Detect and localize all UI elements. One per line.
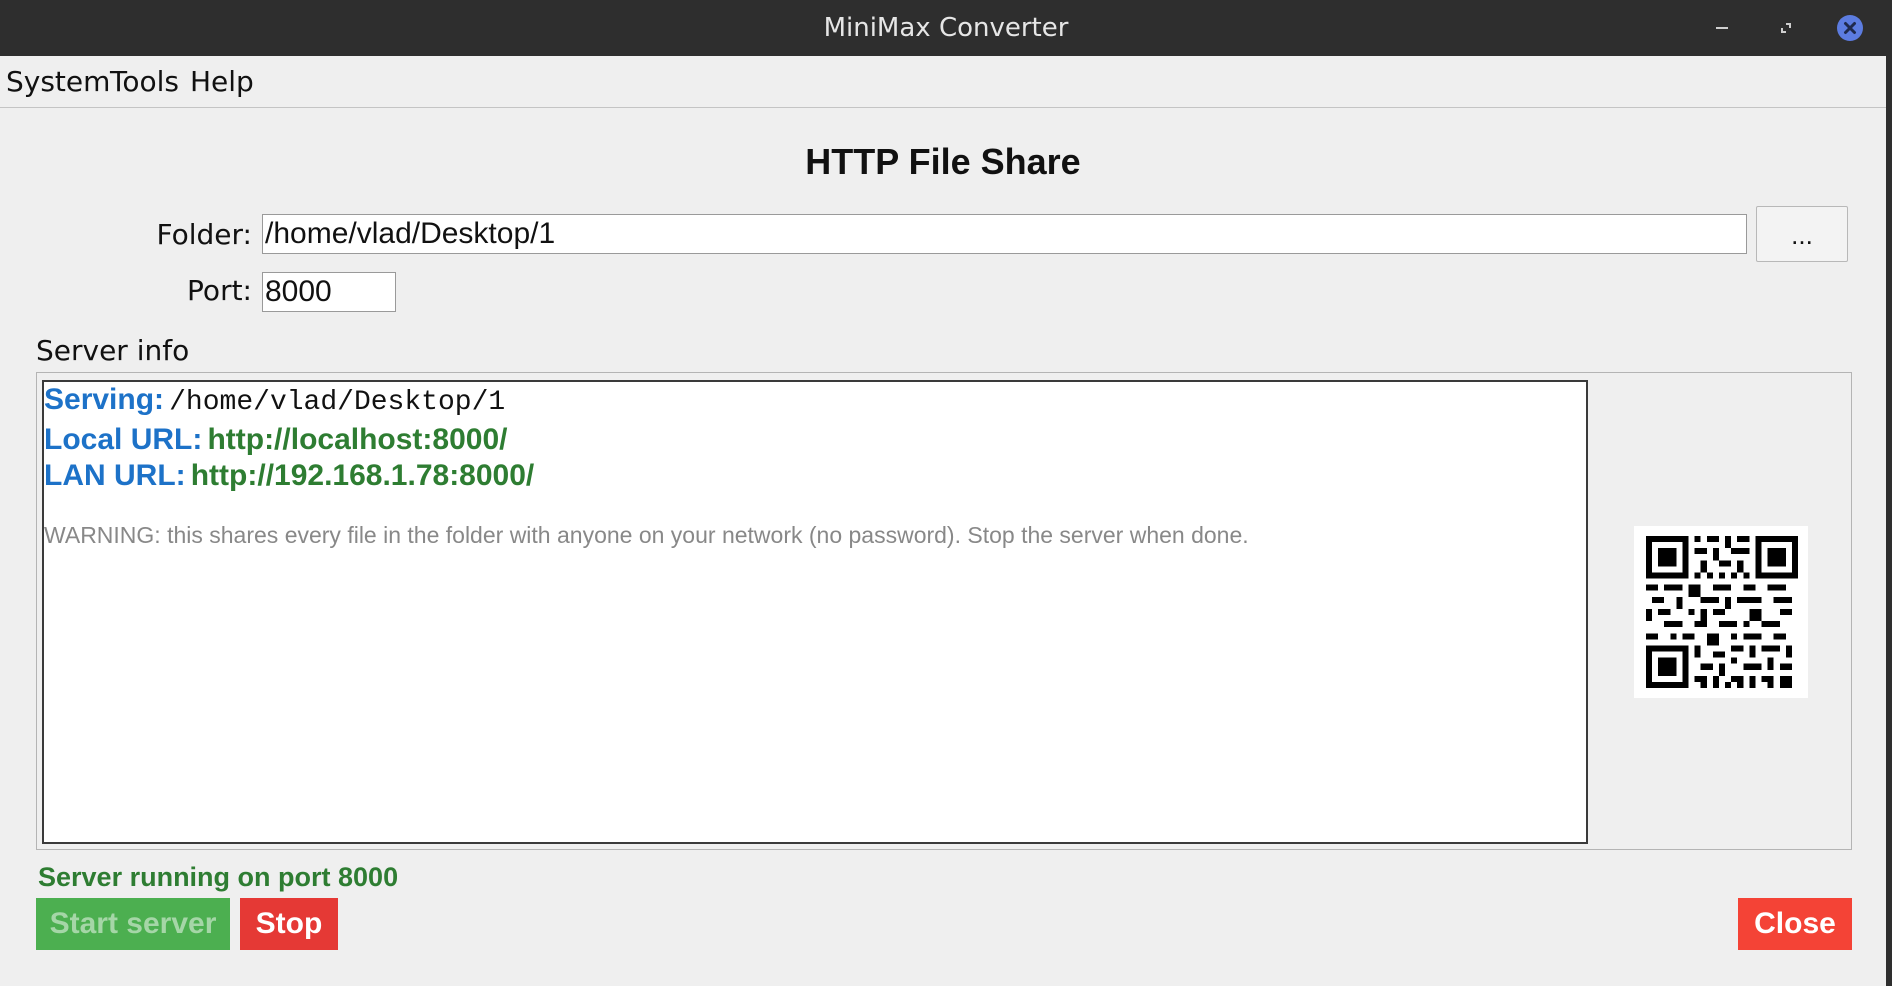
port-field[interactable] <box>262 272 396 312</box>
close-button[interactable]: Close <box>1738 898 1852 950</box>
window-edge <box>1886 56 1892 986</box>
browse-button[interactable]: ... <box>1756 206 1848 262</box>
menu-system[interactable]: System <box>6 66 110 98</box>
serving-key: Serving: <box>44 383 165 416</box>
warning-text: WARNING: this shares every file in the f… <box>44 522 1249 548</box>
app-window: MiniMax Converter System Tools Help HTTP… <box>0 0 1892 986</box>
lan-url-line: LAN URL: http://192.168.1.78:8000/ <box>44 458 534 498</box>
folder-field[interactable] <box>262 214 1747 254</box>
local-url-value[interactable]: http://localhost:8000/ <box>207 423 507 456</box>
maximize-icon[interactable] <box>1772 14 1800 42</box>
lan-url-key: LAN URL: <box>44 459 186 492</box>
server-info-label: Server info <box>36 334 190 367</box>
menu-help[interactable]: Help <box>190 66 254 98</box>
lan-url-value[interactable]: http://192.168.1.78:8000/ <box>191 459 535 492</box>
status-text: Server running on port 8000 <box>38 862 399 892</box>
menu-bar: System Tools Help <box>0 56 1892 108</box>
title-bar[interactable]: MiniMax Converter <box>0 0 1892 56</box>
page-title: HTTP File Share <box>805 141 1081 182</box>
folder-label: Folder: <box>156 218 252 251</box>
qr-code-icon <box>1634 526 1808 698</box>
stop-button[interactable]: Stop <box>240 898 338 950</box>
window-title: MiniMax Converter <box>823 13 1069 43</box>
port-label: Port: <box>187 274 252 307</box>
serving-line: Serving: /home/vlad/Desktop/1 <box>44 382 505 422</box>
local-url-key: Local URL: <box>44 423 203 456</box>
menu-tools[interactable]: Tools <box>110 66 179 98</box>
close-icon[interactable] <box>1836 14 1864 42</box>
minimize-icon[interactable] <box>1708 14 1736 42</box>
serving-path: /home/vlad/Desktop/1 <box>169 387 506 418</box>
start-server-button[interactable]: Start server <box>36 898 230 950</box>
local-url-line: Local URL: http://localhost:8000/ <box>44 422 507 462</box>
